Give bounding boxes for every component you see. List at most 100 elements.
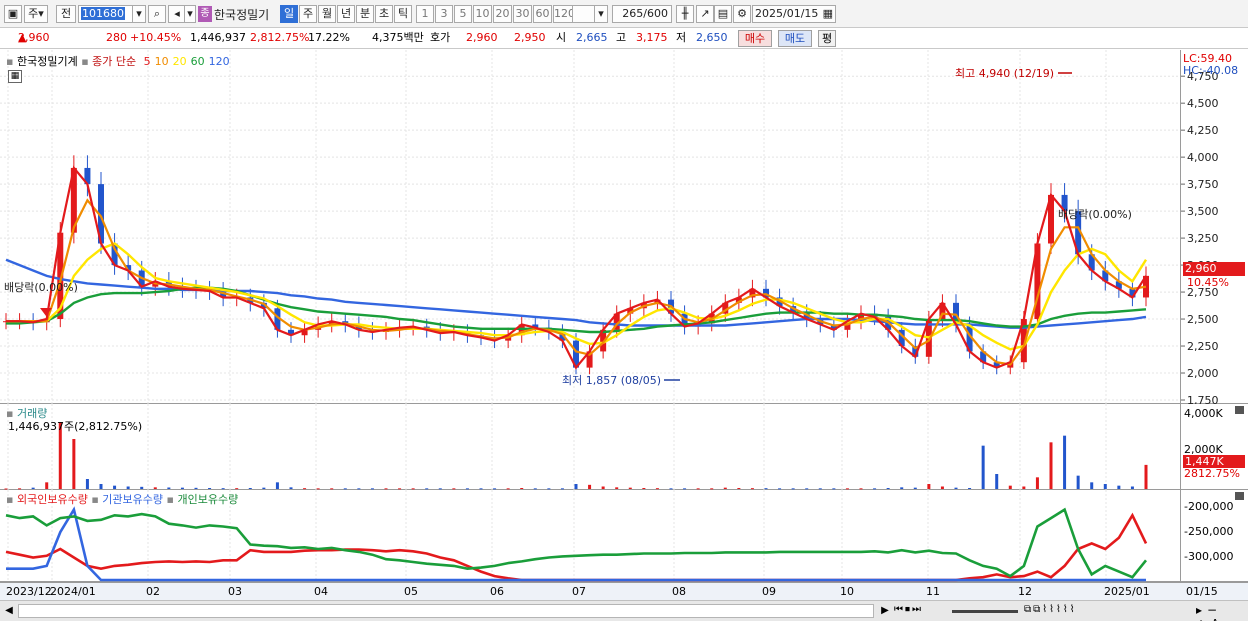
mode-label: 주 bbox=[28, 7, 39, 20]
price-axis-label: 4,000 bbox=[1187, 151, 1219, 164]
volume-bar bbox=[31, 487, 35, 489]
legend-marker-icon: ▪ bbox=[6, 493, 14, 506]
last-pct-tag: 10.45% bbox=[1187, 276, 1229, 289]
x-axis: 2023/12 2024/01 02 03 04 05 06 07 08 09 10 11 12 2025… bbox=[0, 582, 1248, 600]
minute-button[interactable]: 20 bbox=[493, 5, 512, 23]
buy-button[interactable]: 매수 bbox=[738, 30, 772, 47]
price-chart[interactable]: 최고 4,940 (12/19) 최저 1,857 (08/05) 배당락(0.00… bbox=[0, 50, 1180, 404]
volume-bar bbox=[968, 488, 972, 489]
interval-input[interactable] bbox=[572, 5, 596, 23]
volume-bar bbox=[99, 484, 103, 489]
minute-button[interactable]: 60 bbox=[533, 5, 552, 23]
holder-panel[interactable]: ▪ 외국인보유수량 ▪ 기관보유수량 ▪ 개인보유수량 bbox=[0, 490, 1180, 582]
price-panel[interactable]: 최고 4,940 (12/19) 최저 1,857 (08/05) 배당락(0.00… bbox=[0, 50, 1180, 404]
x-axis-label: 04 bbox=[314, 585, 328, 598]
eval-button[interactable]: 평 bbox=[818, 30, 836, 47]
scrollbar[interactable]: ◀ ▶ ⏮⏹⏭ ⧉⧉⌇⌇⌇⌇⌇ ▸−+A bbox=[0, 600, 1248, 621]
minute-button[interactable]: 5 bbox=[454, 5, 472, 23]
volume-chart[interactable] bbox=[0, 404, 1180, 490]
open-value: 2,665 bbox=[576, 31, 608, 44]
volume-bar bbox=[126, 486, 130, 489]
period-button[interactable]: 초 bbox=[375, 5, 393, 23]
volume-bar bbox=[886, 488, 890, 489]
period-button[interactable]: 월 bbox=[318, 5, 336, 23]
volume-value: 1,446,937 bbox=[190, 31, 246, 44]
stock-name-legend[interactable]: 한국정밀기계 bbox=[17, 55, 78, 68]
price-legend: ▪ 한국정밀기계 ▪ 종가 단순 5 10 20 60 120 bbox=[6, 53, 230, 69]
last-price-tag: 2,960 bbox=[1183, 262, 1245, 276]
quote-bar: 2,960 ▲ 280 +10.45% 1,446,937 2,812.75% … bbox=[0, 28, 1248, 49]
volume-bar bbox=[194, 487, 198, 489]
low-label: 저 bbox=[676, 31, 687, 44]
code-dropdown-icon[interactable]: ▾ bbox=[132, 5, 146, 23]
holder-tick: -200,000 bbox=[1184, 500, 1234, 513]
turnover-pct: 17.22% bbox=[308, 31, 350, 44]
period-button[interactable]: 주 bbox=[299, 5, 317, 23]
table-toggle-icon[interactable]: ▦ bbox=[8, 70, 22, 83]
ma-period-label[interactable]: 20 bbox=[173, 55, 187, 68]
volume-bar bbox=[167, 487, 171, 489]
institution-legend[interactable]: 기관보유수량 bbox=[102, 493, 163, 506]
period-button[interactable]: 년 bbox=[337, 5, 355, 23]
scroll-left-icon[interactable]: ◀ bbox=[2, 604, 16, 618]
playback-controls-icon[interactable]: ⏮⏹⏭ bbox=[894, 604, 923, 615]
panel-close-icon[interactable] bbox=[1235, 406, 1244, 414]
volume-bar bbox=[628, 487, 632, 489]
minute-button[interactable]: 10 bbox=[473, 5, 492, 23]
scroll-track[interactable] bbox=[18, 604, 874, 618]
ma-period-label[interactable]: 5 bbox=[144, 55, 151, 68]
calendar-icon[interactable]: ▦ bbox=[823, 6, 833, 22]
minute-button[interactable]: 3 bbox=[435, 5, 453, 23]
x-axis-label: 12 bbox=[1018, 585, 1032, 598]
price-axis: 4,7504,5004,2504,0003,7503,5003,2503,000… bbox=[1180, 50, 1248, 407]
search-icon[interactable]: ⌕ bbox=[148, 5, 166, 23]
price-value: 2,960 bbox=[18, 31, 50, 44]
period-button[interactable]: 분 bbox=[356, 5, 374, 23]
volume-bar bbox=[1022, 486, 1026, 489]
volume-bar bbox=[940, 486, 944, 489]
volume-bar bbox=[72, 439, 76, 489]
panel-close-icon[interactable] bbox=[1235, 492, 1244, 500]
type-select[interactable]: 전 bbox=[56, 5, 76, 23]
date-input[interactable]: 2025/01/15 ▦ bbox=[752, 5, 836, 23]
stock-code-input[interactable]: 101680 bbox=[78, 5, 136, 23]
volume-panel[interactable]: ▪ 거래량 1,446,937주(2,812.75%) bbox=[0, 404, 1180, 490]
volume-bar bbox=[981, 445, 985, 489]
trend-icon[interactable]: ↗ bbox=[696, 5, 714, 23]
sell-button[interactable]: 매도 bbox=[778, 30, 812, 47]
volume-bar bbox=[1035, 477, 1039, 489]
ma-label[interactable]: 종가 단순 bbox=[92, 55, 136, 68]
mode-select[interactable]: 주▾ bbox=[24, 5, 48, 23]
foreign-legend[interactable]: 외국인보유수량 bbox=[17, 493, 88, 506]
zoom-controls-icon[interactable]: ▸−+A bbox=[1196, 603, 1248, 621]
volume-bar bbox=[289, 487, 293, 489]
zoom-slider[interactable] bbox=[952, 610, 1018, 613]
speaker-dropdown-icon[interactable]: ▾ bbox=[184, 5, 196, 23]
x-axis-label: 2023/12 bbox=[6, 585, 52, 598]
gear-icon[interactable]: ⚙ bbox=[733, 5, 751, 23]
ma-period-label[interactable]: 60 bbox=[191, 55, 205, 68]
price-axis-label: 4,500 bbox=[1187, 97, 1219, 110]
x-axis-label: 06 bbox=[490, 585, 504, 598]
period-button[interactable]: 일 bbox=[280, 5, 298, 23]
volume-bar bbox=[45, 482, 49, 489]
volume-bar bbox=[113, 485, 117, 489]
minute-button[interactable]: 1 bbox=[416, 5, 434, 23]
ma-period-label[interactable]: 10 bbox=[155, 55, 169, 68]
ask-price: 2,960 bbox=[466, 31, 498, 44]
drawing-tools-icon[interactable]: ⧉⧉⌇⌇⌇⌇⌇ bbox=[1024, 604, 1077, 615]
interval-dropdown-icon[interactable]: ▾ bbox=[594, 5, 608, 23]
volume-pct: 2,812.75% bbox=[250, 31, 310, 44]
individual-legend[interactable]: 개인보유수량 bbox=[177, 493, 238, 506]
minute-button[interactable]: 30 bbox=[513, 5, 532, 23]
window-menu-icon[interactable]: ▣ bbox=[4, 5, 22, 23]
volume-axis: 4,000K 2,000K 1,447K 2812.75% bbox=[1180, 404, 1248, 490]
volume-bar bbox=[1090, 482, 1094, 489]
count-field[interactable]: 265/600 bbox=[612, 5, 672, 23]
high-annotation: 최고 4,940 (12/19) bbox=[955, 67, 1054, 80]
candle-icon[interactable]: ╫ bbox=[676, 5, 694, 23]
period-button[interactable]: 틱 bbox=[394, 5, 412, 23]
scroll-right-icon[interactable]: ▶ bbox=[878, 604, 892, 618]
save-icon[interactable]: ▤ bbox=[714, 5, 732, 23]
ma-period-label[interactable]: 120 bbox=[209, 55, 230, 68]
